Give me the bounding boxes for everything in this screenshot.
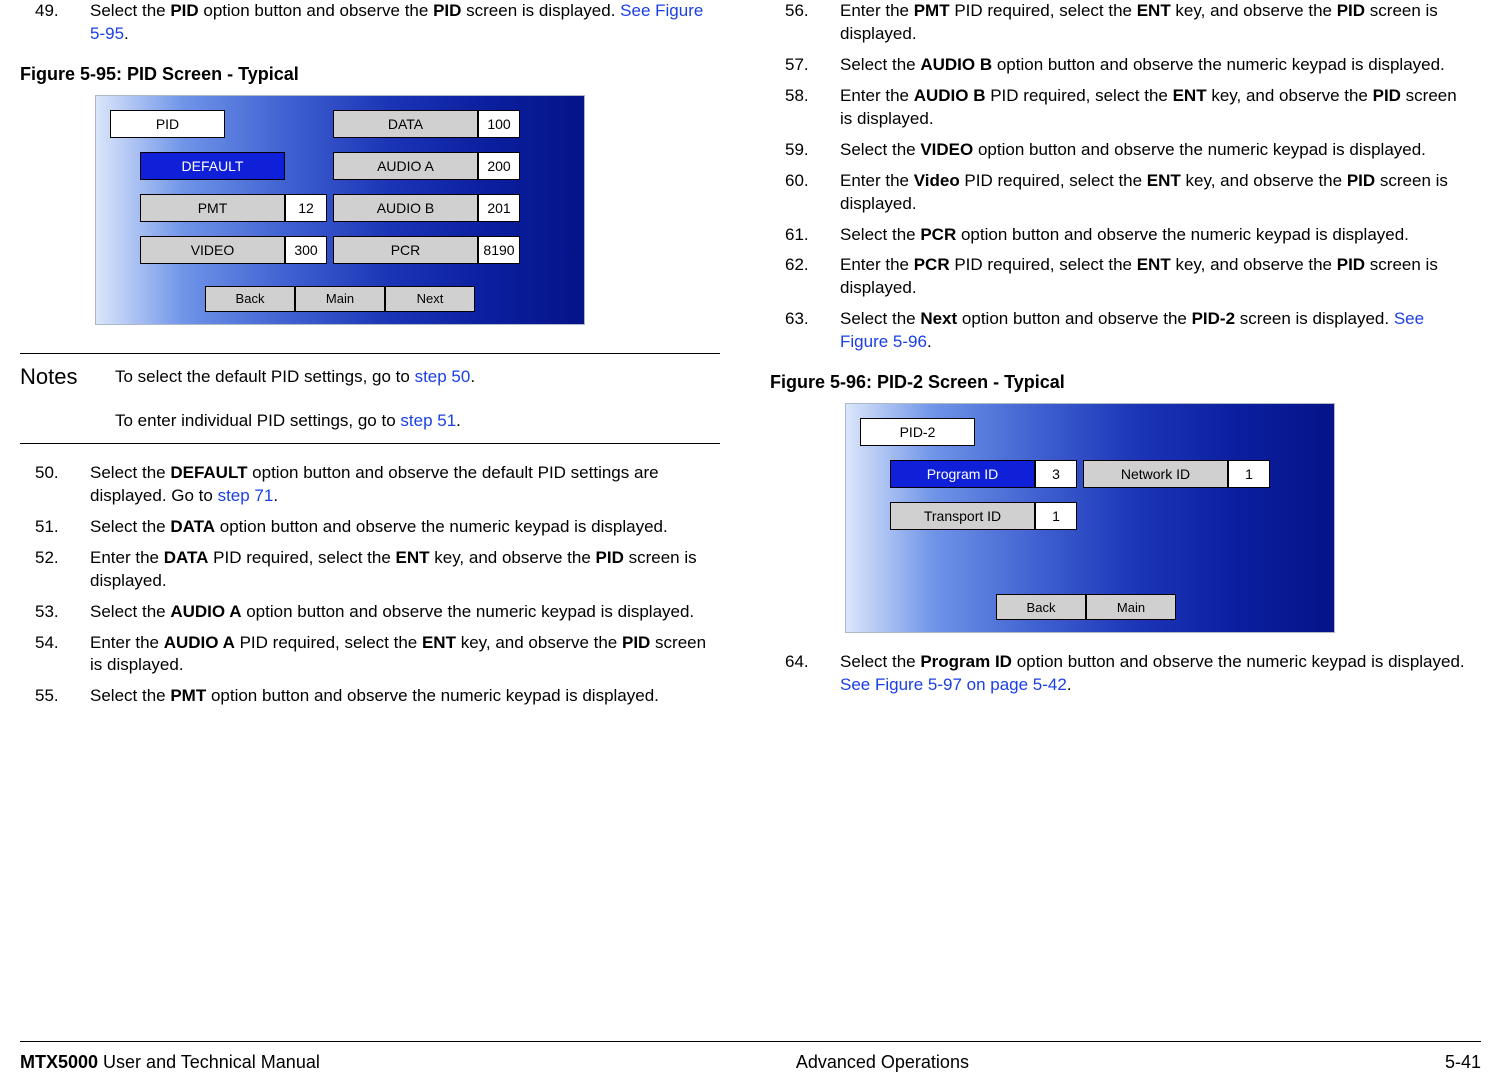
- step-item: 57.Select the AUDIO B option button and …: [770, 54, 1470, 77]
- step-item: 63.Select the Next option button and obs…: [770, 308, 1470, 354]
- step-number: 61.: [770, 224, 840, 247]
- step-text: Select the AUDIO B option button and obs…: [840, 54, 1470, 77]
- step-item: 58.Enter the AUDIO B PID required, selec…: [770, 85, 1470, 131]
- program-id-value: 3: [1035, 460, 1077, 488]
- footer-left: MTX5000 User and Technical Manual: [20, 1052, 320, 1073]
- step-number: 63.: [770, 308, 840, 354]
- transport-id-value: 1: [1035, 502, 1077, 530]
- step-item: 56.Enter the PMT PID required, select th…: [770, 0, 1470, 46]
- step-item: 62.Enter the PCR PID required, select th…: [770, 254, 1470, 300]
- step-item: 49.Select the PID option button and obse…: [20, 0, 720, 46]
- default-button[interactable]: DEFAULT: [140, 152, 285, 180]
- step-number: 57.: [770, 54, 840, 77]
- footer-right: 5-41: [1445, 1052, 1481, 1073]
- step-number: 50.: [20, 462, 90, 508]
- step-item: 52.Enter the DATA PID required, select t…: [20, 547, 720, 593]
- audio-b-value: 201: [478, 194, 520, 222]
- step-number: 54.: [20, 632, 90, 678]
- step-text: Select the PCR option button and observe…: [840, 224, 1470, 247]
- audio-a-button[interactable]: AUDIO A: [333, 152, 478, 180]
- back-button[interactable]: Back: [205, 286, 295, 312]
- network-id-button[interactable]: Network ID: [1083, 460, 1228, 488]
- step-number: 49.: [20, 0, 90, 46]
- step-item: 51.Select the DATA option button and obs…: [20, 516, 720, 539]
- step-item: 50.Select the DEFAULT option button and …: [20, 462, 720, 508]
- step-number: 60.: [770, 170, 840, 216]
- notes-block: Notes To select the default PID settings…: [20, 353, 720, 444]
- next-button[interactable]: Next: [385, 286, 475, 312]
- step-number: 56.: [770, 0, 840, 46]
- pid2-header: PID-2: [860, 418, 975, 446]
- step-text: Enter the AUDIO B PID required, select t…: [840, 85, 1470, 131]
- step-number: 52.: [20, 547, 90, 593]
- pid-header: PID: [110, 110, 225, 138]
- video-value: 300: [285, 236, 327, 264]
- step-text: Enter the PCR PID required, select the E…: [840, 254, 1470, 300]
- step-item: 53.Select the AUDIO A option button and …: [20, 601, 720, 624]
- step-text: Select the AUDIO A option button and obs…: [90, 601, 720, 624]
- step-text: Select the Program ID option button and …: [840, 651, 1470, 697]
- steps-list-left-top: 49.Select the PID option button and obse…: [20, 0, 720, 46]
- step-text: Enter the AUDIO A PID required, select t…: [90, 632, 720, 678]
- step-item: 64.Select the Program ID option button a…: [770, 651, 1470, 697]
- step-text: Enter the DATA PID required, select the …: [90, 547, 720, 593]
- data-button[interactable]: DATA: [333, 110, 478, 138]
- network-id-value: 1: [1228, 460, 1270, 488]
- step-text: Enter the PMT PID required, select the E…: [840, 0, 1470, 46]
- video-button[interactable]: VIDEO: [140, 236, 285, 264]
- pcr-button[interactable]: PCR: [333, 236, 478, 264]
- page-footer: MTX5000 User and Technical Manual Advanc…: [20, 1041, 1481, 1073]
- footer-center: Advanced Operations: [796, 1052, 969, 1073]
- audio-b-button[interactable]: AUDIO B: [333, 194, 478, 222]
- steps-list-right-bottom: 64.Select the Program ID option button a…: [770, 651, 1470, 697]
- step-text: Select the Next option button and observ…: [840, 308, 1470, 354]
- note-text: To enter individual PID settings, go to …: [115, 408, 720, 431]
- step-number: 59.: [770, 139, 840, 162]
- back-button[interactable]: Back: [996, 594, 1086, 620]
- step-text: Select the PID option button and observe…: [90, 0, 720, 46]
- note-text: To select the default PID settings, go t…: [115, 364, 720, 390]
- audio-a-value: 200: [478, 152, 520, 180]
- pid-screen: PID DATA 100 DEFAULT AUDIO A 200 PMT 12 …: [95, 95, 585, 325]
- step-text: Select the VIDEO option button and obser…: [840, 139, 1470, 162]
- step-item: 55.Select the PMT option button and obse…: [20, 685, 720, 708]
- pmt-button[interactable]: PMT: [140, 194, 285, 222]
- notes-heading: Notes: [20, 364, 115, 390]
- step-item: 61.Select the PCR option button and obse…: [770, 224, 1470, 247]
- step-item: 59.Select the VIDEO option button and ob…: [770, 139, 1470, 162]
- step-number: 55.: [20, 685, 90, 708]
- transport-id-button[interactable]: Transport ID: [890, 502, 1035, 530]
- main-button[interactable]: Main: [1086, 594, 1176, 620]
- step-item: 54.Enter the AUDIO A PID required, selec…: [20, 632, 720, 678]
- main-button[interactable]: Main: [295, 286, 385, 312]
- figure-95-caption: Figure 5-95: PID Screen - Typical: [20, 64, 720, 85]
- steps-list-left-bottom: 50.Select the DEFAULT option button and …: [20, 462, 720, 708]
- data-value: 100: [478, 110, 520, 138]
- step-number: 62.: [770, 254, 840, 300]
- figure-96-caption: Figure 5-96: PID-2 Screen - Typical: [770, 372, 1470, 393]
- pcr-value: 8190: [478, 236, 520, 264]
- step-number: 64.: [770, 651, 840, 697]
- step-item: 60.Enter the Video PID required, select …: [770, 170, 1470, 216]
- pmt-value: 12: [285, 194, 327, 222]
- pid2-screen: PID-2 Program ID 3 Network ID 1 Transpor…: [845, 403, 1335, 633]
- step-number: 51.: [20, 516, 90, 539]
- step-text: Select the DATA option button and observ…: [90, 516, 720, 539]
- step-number: 58.: [770, 85, 840, 131]
- step-number: 53.: [20, 601, 90, 624]
- step-text: Select the PMT option button and observe…: [90, 685, 720, 708]
- steps-list-right-top: 56.Enter the PMT PID required, select th…: [770, 0, 1470, 354]
- step-text: Enter the Video PID required, select the…: [840, 170, 1470, 216]
- step-text: Select the DEFAULT option button and obs…: [90, 462, 720, 508]
- program-id-button[interactable]: Program ID: [890, 460, 1035, 488]
